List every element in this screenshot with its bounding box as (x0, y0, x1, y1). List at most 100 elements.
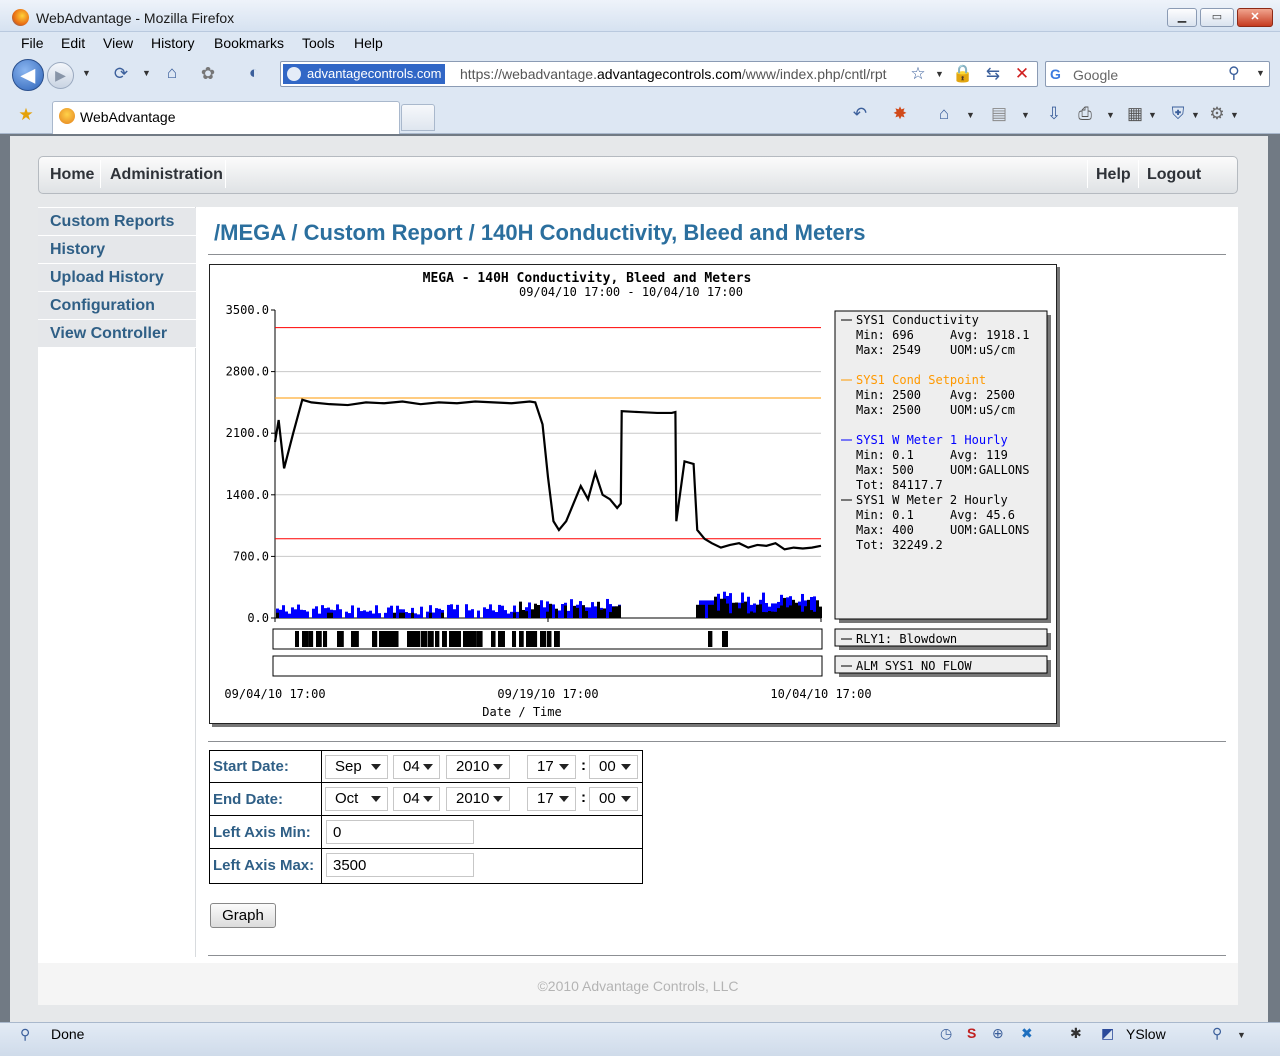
meter1-bar (351, 605, 354, 618)
home-icon[interactable]: ⌂ (161, 62, 183, 84)
meter2-bar (759, 604, 762, 618)
stop-icon[interactable]: ◐ (243, 62, 265, 84)
sidebar-item-configuration[interactable]: Configuration (38, 292, 196, 320)
rss-dropdown-icon[interactable]: ▼ (1021, 110, 1030, 120)
search-dropdown-icon[interactable]: ▼ (1256, 68, 1265, 78)
relay-mark (393, 631, 399, 647)
addon-icon[interactable]: ✿ (197, 63, 219, 85)
end-month-select[interactable]: Oct (325, 787, 388, 811)
home-toolbar-icon[interactable]: ⌂ (933, 103, 955, 125)
nav-home[interactable]: Home (50, 166, 94, 184)
close-window-button[interactable]: ✕ (1237, 8, 1273, 27)
page-icon[interactable]: ▦ (1124, 103, 1146, 125)
bookmark-star-icon[interactable]: ☆ (907, 63, 929, 85)
end-hour-value: 17 (537, 790, 554, 807)
graph-button[interactable]: Graph (210, 903, 276, 928)
menu-file[interactable]: File (21, 35, 44, 51)
menu-tools[interactable]: Tools (302, 35, 335, 51)
zoom-status-icon[interactable]: ⊕ (992, 1025, 1004, 1042)
stop-loading-icon[interactable]: ✕ (1011, 63, 1033, 85)
nav-help[interactable]: Help (1096, 166, 1131, 184)
history-dropdown-icon[interactable]: ▼ (82, 68, 91, 78)
meter1-bar (375, 605, 378, 618)
sidebar-item-custom-reports[interactable]: Custom Reports (38, 208, 196, 236)
yslow-status-icon[interactable]: ◩ (1101, 1025, 1114, 1042)
page-dropdown-icon[interactable]: ▼ (1148, 110, 1157, 120)
menu-history[interactable]: History (151, 35, 195, 51)
rss-icon[interactable]: ▤ (988, 103, 1010, 125)
new-tab-button[interactable] (401, 104, 435, 131)
meter1-bar (420, 606, 423, 618)
end-day-select[interactable]: 04 (393, 787, 440, 811)
addon-status-icon[interactable]: ◷ (940, 1025, 952, 1042)
reload-dropdown-icon[interactable]: ▼ (142, 68, 151, 78)
search-icon[interactable]: ⚲ (1228, 63, 1240, 83)
tools-gear-icon[interactable]: ⚙ (1206, 103, 1228, 125)
menu-bookmarks[interactable]: Bookmarks (214, 35, 284, 51)
nav-logout[interactable]: Logout (1147, 166, 1201, 184)
left-axis-max-input[interactable]: 3500 (326, 853, 474, 877)
end-minute-select[interactable]: 00 (589, 787, 638, 811)
chevron-down-icon (621, 764, 631, 770)
print-icon[interactable]: ⎙ (1074, 103, 1096, 125)
site-identity-button[interactable]: advantagecontrols.com (283, 64, 446, 84)
status-dropdown-icon[interactable]: ▼ (1237, 1030, 1246, 1040)
meter1-bar (333, 610, 336, 618)
url-dropdown-icon[interactable]: ▼ (935, 69, 944, 79)
safety-shield-icon[interactable]: ⛨ (1167, 103, 1189, 125)
forward-button[interactable]: ▶ (47, 62, 74, 89)
sidebar-item-view-controller[interactable]: View Controller (38, 320, 196, 348)
legend-series-name: SYS1 W Meter 2 Hourly (856, 493, 1008, 507)
reload-icon[interactable]: ⟳ (110, 63, 132, 85)
xmarks-status-icon[interactable]: ✖ (1021, 1025, 1033, 1042)
google-logo-icon[interactable]: G (1050, 66, 1061, 82)
undo-icon[interactable]: ↶ (849, 103, 871, 125)
back-button[interactable]: ◀ (12, 59, 44, 91)
start-day-select[interactable]: 04 (393, 755, 440, 779)
start-year-select[interactable]: 2010 (446, 755, 510, 779)
minimize-button[interactable]: ▁ (1167, 8, 1197, 27)
sidebar-item-history[interactable]: History (38, 236, 196, 264)
download-icon[interactable]: ⇩ (1043, 103, 1065, 125)
meter1-bar (507, 613, 510, 618)
nav-administration[interactable]: Administration (110, 166, 223, 184)
safety-dropdown-icon[interactable]: ▼ (1191, 110, 1200, 120)
url-text[interactable]: https://webadvantage.advantagecontrols.c… (460, 66, 887, 82)
go-reload-icon[interactable]: ⇆ (982, 63, 1004, 85)
maximize-button[interactable]: ▭ (1200, 8, 1234, 27)
sidebar-item-upload-history[interactable]: Upload History (38, 264, 196, 292)
start-minute-select[interactable]: 00 (589, 755, 638, 779)
home-dropdown-icon[interactable]: ▼ (966, 110, 975, 120)
meter1-bar (426, 611, 429, 618)
meter2-bar (765, 612, 768, 618)
bookmarks-star-icon[interactable]: ★ (15, 104, 37, 126)
print-dropdown-icon[interactable]: ▼ (1106, 110, 1115, 120)
seo-status-icon[interactable]: S (967, 1025, 976, 1041)
start-month-select[interactable]: Sep (325, 755, 388, 779)
end-year-select[interactable]: 2010 (446, 787, 510, 811)
start-day-value: 04 (403, 758, 420, 775)
search-input[interactable]: Google (1073, 67, 1118, 83)
start-hour-select[interactable]: 17 (527, 755, 576, 779)
meter2-bar (738, 608, 741, 618)
meter2-bar (768, 611, 771, 618)
firebug-icon[interactable]: ✸ (889, 103, 911, 125)
lock-icon[interactable]: 🔒 (952, 63, 974, 85)
menu-help[interactable]: Help (354, 35, 383, 51)
firebug-status-icon[interactable]: ✱ (1070, 1025, 1082, 1042)
meter2-bar (549, 603, 552, 618)
relay-mark (519, 631, 524, 647)
left-axis-min-input[interactable]: 0 (326, 820, 474, 844)
tools-dropdown-icon[interactable]: ▼ (1230, 110, 1239, 120)
left-axis-max-label: Left Axis Max: (213, 857, 315, 874)
meter1-bar (489, 604, 492, 618)
menu-edit[interactable]: Edit (61, 35, 85, 51)
end-hour-select[interactable]: 17 (527, 787, 576, 811)
yslow-label[interactable]: YSlow (1126, 1026, 1166, 1042)
relay-mark (351, 631, 359, 647)
menu-view[interactable]: View (103, 35, 133, 51)
meter2-bar (582, 605, 585, 618)
relay-mark (547, 631, 552, 647)
meter2-bar (522, 609, 525, 618)
zoom-magnifier-icon[interactable]: ⚲ (1212, 1025, 1222, 1042)
